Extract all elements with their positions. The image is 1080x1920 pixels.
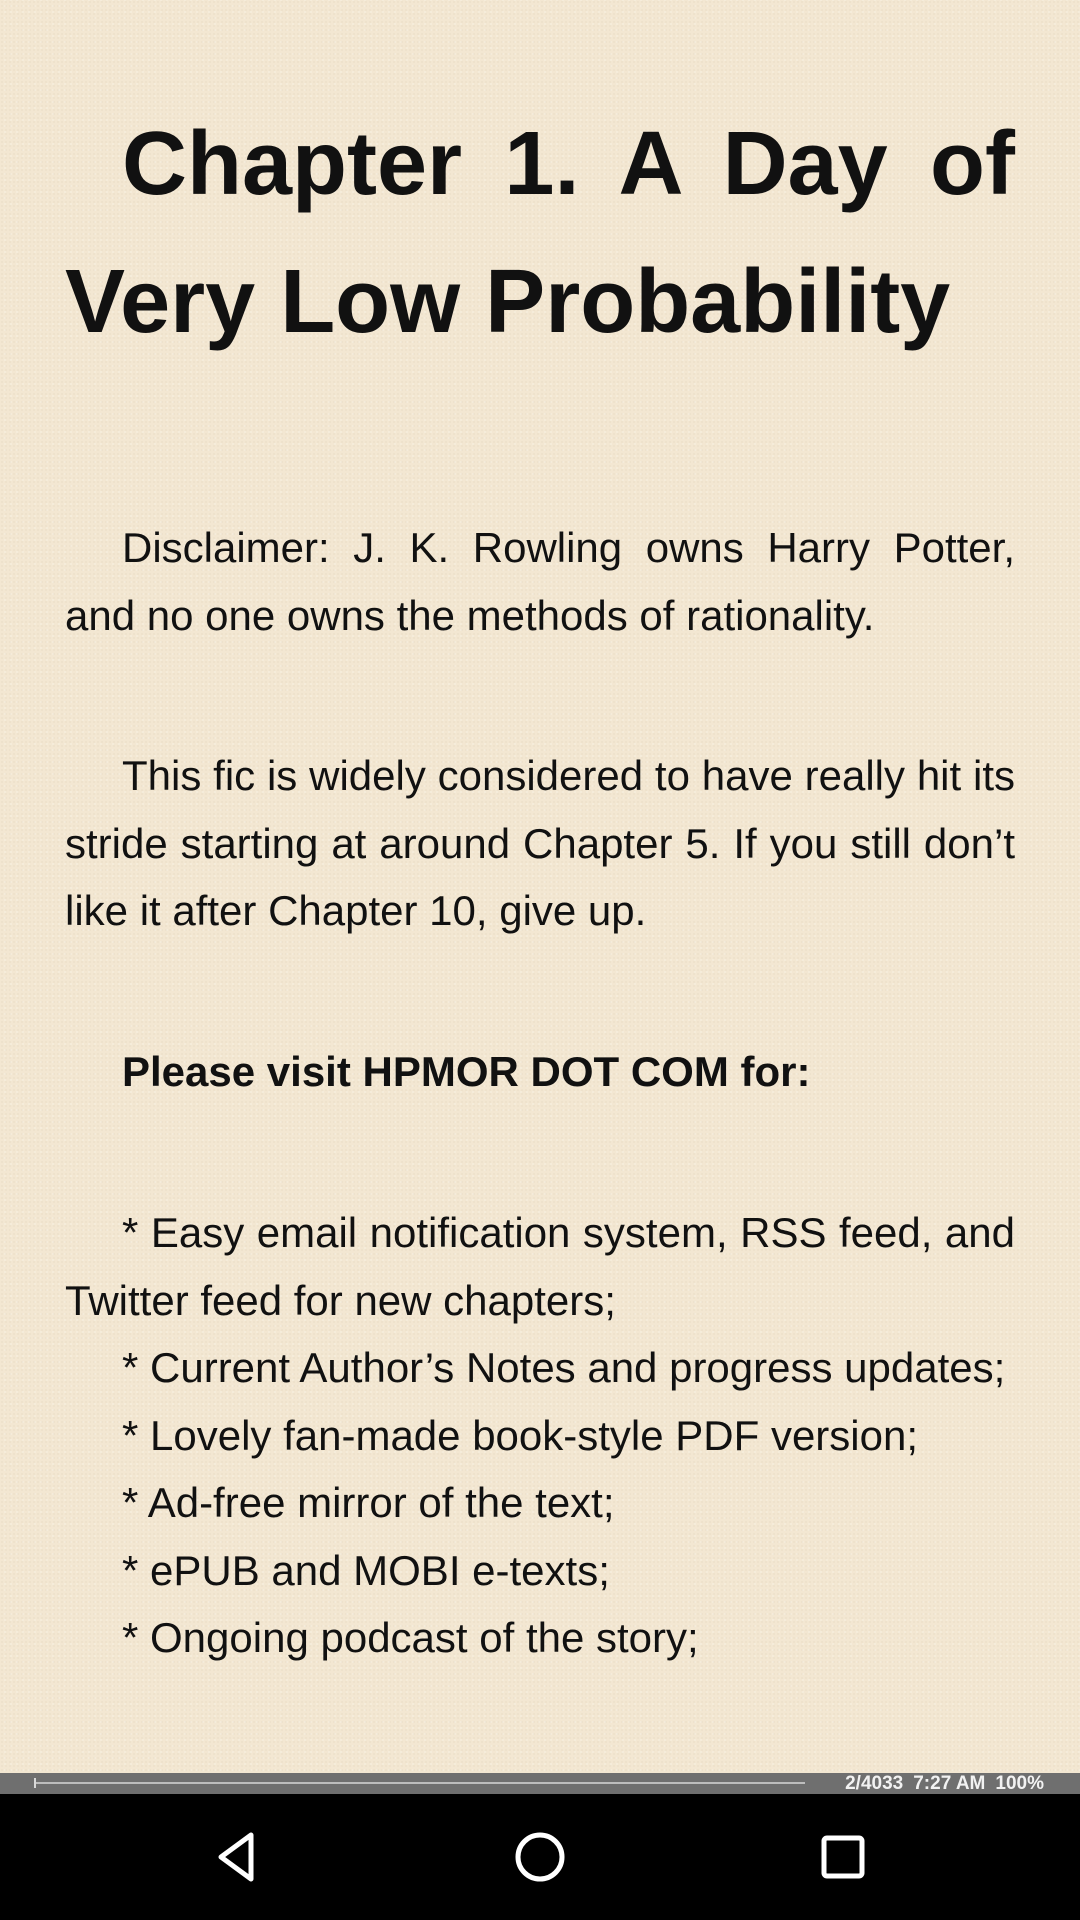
- reading-progress-bar[interactable]: [35, 1782, 805, 1784]
- book-content: Chapter 1. A Day of Very Low Probability…: [65, 95, 1015, 1672]
- list-item: * Ad-free mirror of the text;: [122, 1479, 615, 1526]
- page-counter: 2/4033: [845, 1773, 904, 1794]
- feature-list: * Easy email notification system, RSS fe…: [65, 1199, 1015, 1672]
- reading-progress-marker: [34, 1778, 37, 1788]
- back-button[interactable]: [187, 1807, 287, 1907]
- chapter-title: Chapter 1. A Day of Very Low Probability: [65, 114, 1015, 352]
- home-circle-icon: [515, 1832, 565, 1882]
- list-item: * Easy email notification system, RSS fe…: [65, 1209, 1015, 1324]
- battery-level: 100%: [995, 1773, 1044, 1794]
- recents-button[interactable]: [793, 1807, 893, 1907]
- intro-paragraph: This fic is widely considered to have re…: [65, 752, 1015, 934]
- visit-heading: Please visit HPMOR DOT COM for:: [122, 1047, 811, 1095]
- list-item: * Lovely fan-made book-style PDF version…: [122, 1411, 919, 1459]
- back-triangle-icon: [218, 1832, 254, 1882]
- reader-status-bar: 2/4033 7:27 AM 100%: [0, 1773, 1080, 1794]
- list-item: * ePUB and MOBI e-texts;: [122, 1546, 610, 1594]
- disclaimer-paragraph: Disclaimer: J. K. Rowling owns Harry Pot…: [65, 524, 1015, 639]
- status-info: 2/4033 7:27 AM 100%: [835, 1773, 1044, 1794]
- clock: 7:27 AM: [913, 1773, 986, 1794]
- list-item: * Ongoing podcast of the story;: [122, 1614, 699, 1661]
- list-item: * Current Author’s Notes and progress up…: [122, 1344, 1006, 1391]
- reader-page[interactable]: Chapter 1. A Day of Very Low Probability…: [0, 0, 1080, 1773]
- system-nav-bar: [0, 1794, 1080, 1920]
- recents-square-icon: [821, 1835, 865, 1879]
- home-button[interactable]: [490, 1807, 590, 1907]
